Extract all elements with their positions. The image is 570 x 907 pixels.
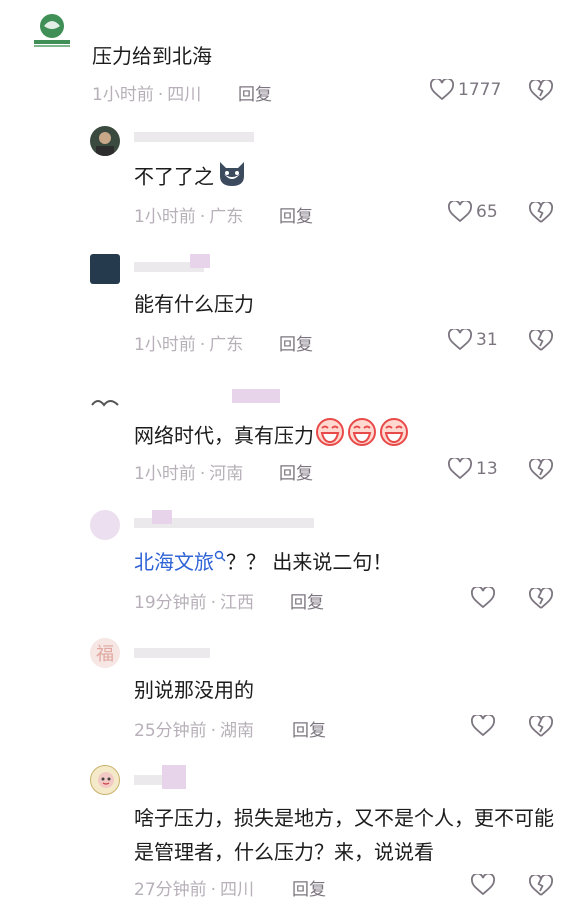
avatar[interactable]: [90, 126, 120, 156]
comment-text: 别说那没用的: [134, 678, 254, 702]
comment-meta: 1小时前 · 广东: [134, 207, 244, 227]
avatar[interactable]: [90, 510, 120, 540]
grin-emoji: [346, 417, 378, 457]
like-button[interactable]: [471, 874, 499, 896]
username-redaction: [134, 775, 164, 785]
comment-time: 1小时前: [92, 85, 154, 105]
search-icon: [214, 550, 226, 562]
cat-face-emoji: [216, 158, 248, 198]
comment-text: 能有什么压力: [134, 292, 254, 316]
username-redaction: [162, 765, 186, 789]
username-redaction: [152, 510, 172, 524]
broken-heart-icon: [529, 714, 553, 737]
avatar[interactable]: [90, 765, 120, 795]
broken-heart-icon: [529, 78, 553, 101]
svg-text:福: 福: [96, 644, 114, 665]
topic-link[interactable]: 北海文旅: [134, 550, 214, 574]
reply-button[interactable]: 回复: [279, 202, 313, 227]
like-button[interactable]: [471, 587, 499, 609]
dislike-button[interactable]: [529, 78, 553, 106]
like-count: 31: [476, 330, 498, 350]
like-count: 65: [476, 202, 498, 222]
heart-icon: [448, 201, 472, 223]
comment-text: 北海文旅？？ 出来说二句！: [134, 550, 393, 574]
avatar[interactable]: [90, 254, 120, 284]
comment-location: 四川: [167, 85, 202, 105]
username-redaction: [134, 132, 254, 142]
comment-location: 河南: [209, 464, 244, 484]
broken-heart-icon: [529, 873, 553, 896]
like-button[interactable]: 13: [448, 458, 498, 480]
grin-emoji: [378, 417, 410, 457]
comment-text: 网络时代，真有压力: [134, 417, 410, 457]
comment-meta: 1小时前 · 四川: [92, 85, 202, 105]
comment-meta: 25分钟前 · 湖南: [134, 721, 255, 741]
grin-emoji: [314, 417, 346, 457]
avatar[interactable]: 福: [90, 638, 120, 668]
comment-time: 1小时前: [134, 335, 196, 355]
comment-meta: 19分钟前 · 江西: [134, 593, 255, 613]
heart-icon: [471, 587, 495, 609]
like-count: 13: [476, 459, 498, 479]
heart-icon: [471, 874, 495, 896]
comment-text: 啥子压力，损失是地方，又不是个人，更不可能是管理者，什么压力？来，说说看: [134, 806, 554, 864]
reply-button[interactable]: 回复: [292, 716, 326, 741]
reply-button[interactable]: 回复: [290, 588, 324, 613]
comment-meta: 1小时前 · 广东: [134, 335, 244, 355]
heart-icon: [448, 329, 472, 351]
comment-text: 不了了之: [134, 158, 248, 198]
comment-time: 25分钟前: [134, 721, 207, 741]
reply-button[interactable]: 回复: [279, 459, 313, 484]
comment-time: 1小时前: [134, 464, 196, 484]
logo: [30, 12, 74, 50]
like-count: 1777: [458, 80, 502, 100]
comment-text: 压力给到北海: [92, 44, 212, 68]
like-button[interactable]: [471, 715, 499, 737]
comment-meta: 1小时前 · 河南: [134, 464, 244, 484]
dislike-button[interactable]: [529, 714, 553, 742]
username-redaction: [190, 254, 210, 268]
dislike-button[interactable]: [529, 200, 553, 228]
reply-button[interactable]: 回复: [238, 80, 272, 105]
username-redaction: [232, 389, 280, 403]
dislike-button[interactable]: [529, 457, 553, 485]
comment-location: 广东: [209, 207, 244, 227]
comment-time: 19分钟前: [134, 593, 207, 613]
heart-icon: [448, 458, 472, 480]
heart-icon: [430, 79, 454, 101]
dislike-button[interactable]: [529, 328, 553, 356]
broken-heart-icon: [529, 200, 553, 223]
like-button[interactable]: 1777: [430, 79, 501, 101]
comment-time: 27分钟前: [134, 880, 207, 900]
dislike-button[interactable]: [529, 873, 553, 901]
comment-location: 江西: [220, 593, 255, 613]
reply-button[interactable]: 回复: [279, 330, 313, 355]
dislike-button[interactable]: [529, 586, 553, 614]
like-button[interactable]: 65: [448, 201, 498, 223]
comment-location: 广东: [209, 335, 244, 355]
like-button[interactable]: 31: [448, 329, 498, 351]
reply-button[interactable]: 回复: [292, 875, 326, 900]
comment-meta: 27分钟前 · 四川: [134, 880, 255, 900]
comment-time: 1小时前: [134, 207, 196, 227]
broken-heart-icon: [529, 586, 553, 609]
broken-heart-icon: [529, 328, 553, 351]
comment-location: 湖南: [220, 721, 255, 741]
broken-heart-icon: [529, 457, 553, 480]
username-redaction: [134, 648, 210, 658]
heart-icon: [471, 715, 495, 737]
comment-location: 四川: [220, 880, 255, 900]
avatar[interactable]: [90, 393, 120, 409]
